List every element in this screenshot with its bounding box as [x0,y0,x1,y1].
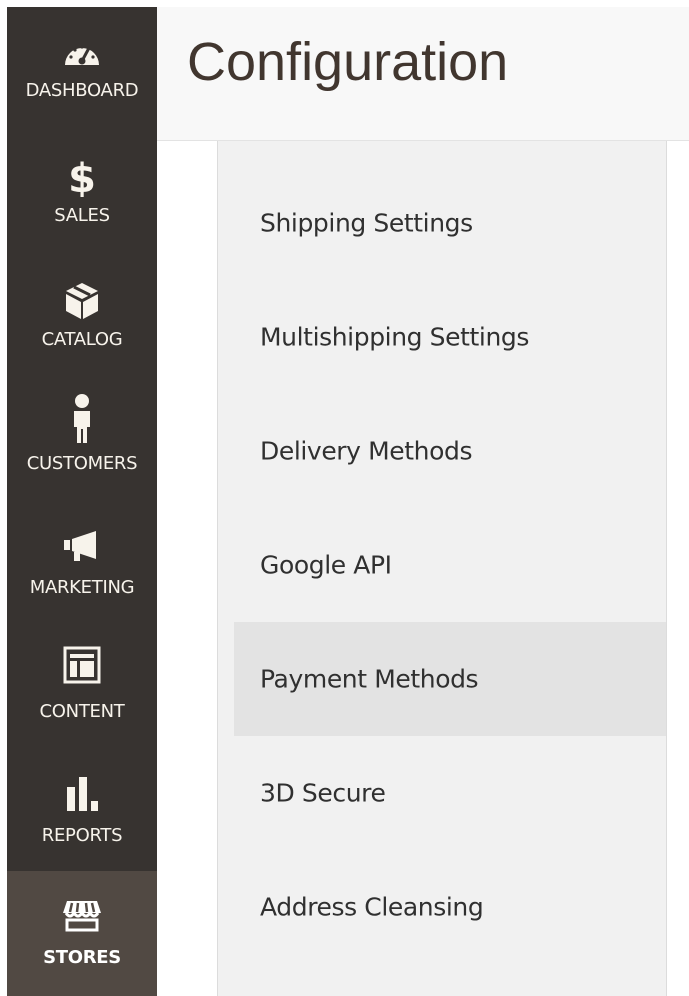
nav-label: CUSTOMERS [26,453,138,474]
config-item-label: Address Cleansing [260,892,484,922]
admin-sidebar: DASHBOARD $ SALES CATALOG CUSTOMERS MARK… [7,7,157,996]
config-item-label: Shipping Settings [260,208,473,238]
config-item-label: 3D Secure [260,778,386,808]
config-tabs-panel: Shipping Settings Multishipping Settings… [217,141,667,996]
page-header: Configuration [157,7,689,141]
nav-item-stores[interactable]: STORES [7,871,157,996]
nav-label: REPORTS [41,825,123,846]
admin-app: DASHBOARD $ SALES CATALOG CUSTOMERS MARK… [0,0,689,996]
svg-text:$: $ [68,156,96,197]
nav-item-marketing[interactable]: MARKETING [7,503,157,623]
nav-item-reports[interactable]: REPORTS [7,751,157,871]
nav-item-sales[interactable]: $ SALES [7,131,157,251]
nav-label: MARKETING [29,577,135,598]
nav-item-content[interactable]: CONTENT [7,627,157,747]
layout-icon [63,646,101,684]
config-item-payment-methods[interactable]: Payment Methods [234,622,666,736]
box-icon [66,283,98,319]
nav-label: STORES [43,947,121,968]
nav-item-dashboard[interactable]: DASHBOARD [7,7,157,127]
megaphone-icon [64,531,96,561]
config-item-label: Delivery Methods [260,436,473,466]
config-item-label: Multishipping Settings [260,322,530,352]
config-item-label: Google API [260,550,392,580]
config-item-delivery-methods[interactable]: Delivery Methods [234,394,666,508]
nav-label: DASHBOARD [25,80,139,101]
config-item-address-cleansing[interactable]: Address Cleansing [234,850,666,964]
config-item-google-api[interactable]: Google API [234,508,666,622]
nav-item-customers[interactable]: CUSTOMERS [7,379,157,499]
config-item-shipping-settings[interactable]: Shipping Settings [234,166,666,280]
person-icon [74,394,90,443]
config-item-label: Payment Methods [260,664,479,694]
config-item-3d-secure[interactable]: 3D Secure [234,736,666,850]
bar-chart-icon [67,777,98,811]
dashboard-gauge-icon [65,45,99,65]
page-title: Configuration [187,32,509,92]
dollar-icon: $ [68,156,96,197]
nav-label: CONTENT [39,701,125,722]
storefront-icon [63,901,101,932]
nav-label: CATALOG [41,329,123,350]
nav-label: SALES [54,205,110,226]
nav-item-catalog[interactable]: CATALOG [7,255,157,375]
config-item-multishipping-settings[interactable]: Multishipping Settings [234,280,666,394]
